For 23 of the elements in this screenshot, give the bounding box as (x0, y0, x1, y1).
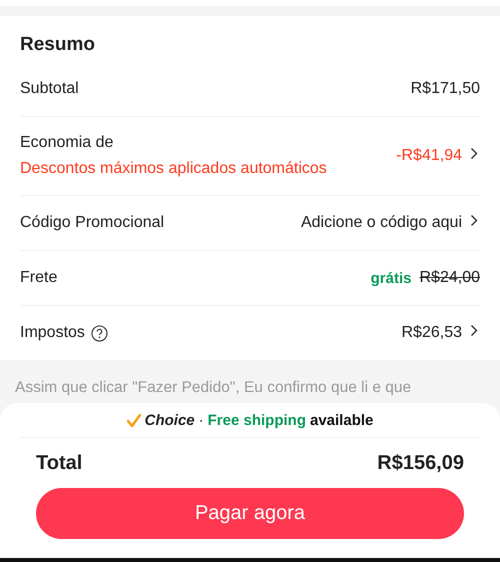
row-value: -R$41,94 (396, 147, 462, 165)
available-label: available (310, 412, 374, 428)
row-label: Frete (20, 269, 58, 286)
separator-dot: · (198, 412, 204, 428)
row-label: Subtotal (20, 80, 79, 97)
check-icon (126, 414, 141, 426)
original-price: R$24,00 (420, 269, 480, 287)
total-label: Total (36, 452, 82, 474)
row-value: R$171,50 (410, 80, 480, 98)
row-value: Adicione o código aqui (300, 214, 462, 232)
row-value: R$26,53 (402, 324, 462, 342)
terms-text: Assim que clicar "Fazer Pedido", Eu confirmo que li e que (14, 378, 412, 398)
help-icon[interactable] (90, 324, 108, 342)
choice-label: Choice (144, 412, 195, 428)
total-value: R$156,09 (377, 452, 464, 474)
free-label: grátis (370, 270, 412, 286)
pay-button[interactable]: Pagar agora (36, 488, 464, 539)
discount-note: Descontos máximos aplicados automáticos (20, 160, 327, 178)
row-label: Impostos (20, 324, 85, 342)
free-shipping-label: Free shipping (208, 412, 306, 428)
section-title: Resumo (20, 34, 96, 56)
row-label: Economia de (20, 134, 114, 152)
row-label: Código Promocional (20, 214, 164, 231)
